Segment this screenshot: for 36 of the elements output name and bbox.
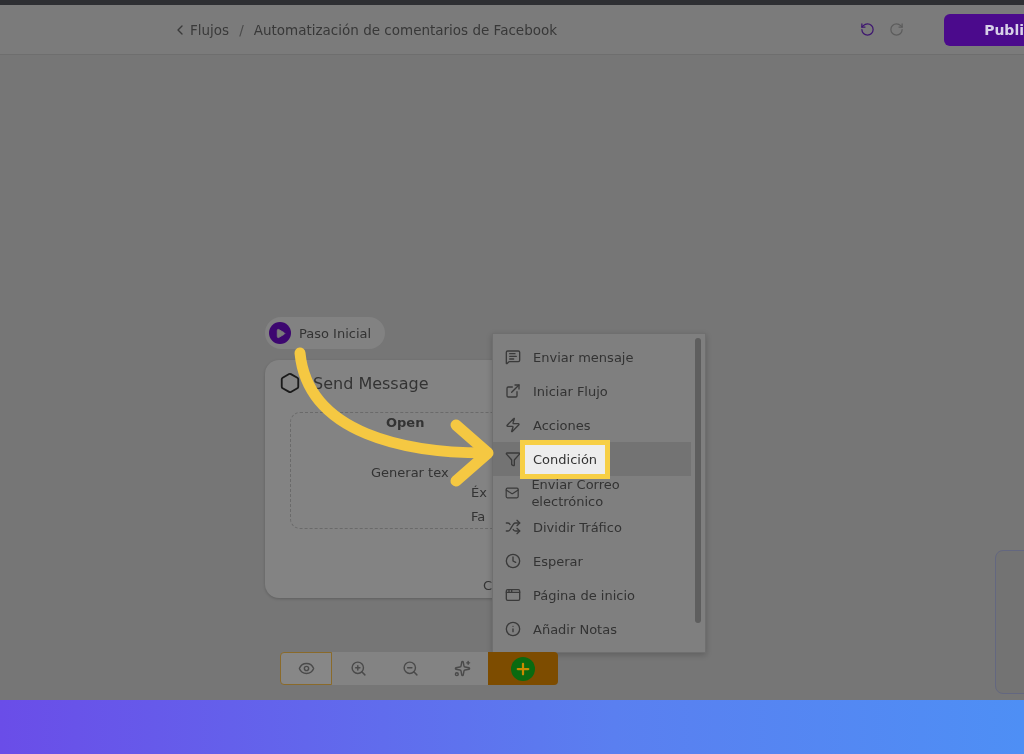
external-link-icon bbox=[505, 383, 521, 399]
clock-icon bbox=[505, 553, 521, 569]
breadcrumb-separator: / bbox=[239, 21, 244, 38]
menu-item[interactable]: Añadir Notas bbox=[493, 612, 691, 646]
sparkle-icon bbox=[453, 660, 471, 677]
toolbar-button[interactable] bbox=[332, 652, 384, 685]
chip-label: Paso Inicial bbox=[299, 325, 372, 341]
scrollbar[interactable] bbox=[695, 338, 701, 623]
start-step-chip[interactable]: Paso Inicial bbox=[265, 317, 386, 349]
zoom-in-icon bbox=[349, 660, 367, 677]
chat-icon bbox=[505, 349, 521, 365]
redo-icon[interactable] bbox=[889, 22, 904, 37]
undo-icon[interactable] bbox=[860, 22, 875, 37]
plus-icon bbox=[511, 656, 535, 681]
menu-item[interactable]: Condición bbox=[493, 442, 691, 476]
content-text: Fa bbox=[471, 509, 486, 524]
content-text: Open bbox=[386, 415, 425, 430]
envelope-icon bbox=[505, 485, 520, 501]
add-button[interactable] bbox=[488, 652, 558, 685]
publish-button[interactable]: Publi bbox=[944, 13, 1024, 46]
eye-icon bbox=[297, 660, 315, 677]
filter-icon bbox=[505, 451, 521, 467]
back-link[interactable]: Flujos bbox=[172, 21, 230, 38]
content-text: Generar tex bbox=[371, 465, 449, 480]
node-title: Send Message bbox=[313, 373, 429, 393]
toolbar-button[interactable] bbox=[280, 652, 332, 685]
toolbar-button[interactable] bbox=[436, 652, 488, 685]
window-icon bbox=[505, 587, 521, 603]
flow-title: Automatización de comentarios de Facebook bbox=[253, 21, 558, 38]
footer-text: C bbox=[483, 578, 493, 593]
play-icon bbox=[269, 322, 291, 344]
zoom-out-icon bbox=[401, 660, 419, 677]
content-text: Éx bbox=[471, 485, 487, 500]
info-icon bbox=[505, 621, 521, 637]
shuffle-icon bbox=[505, 519, 521, 535]
lightning-icon bbox=[505, 417, 521, 433]
